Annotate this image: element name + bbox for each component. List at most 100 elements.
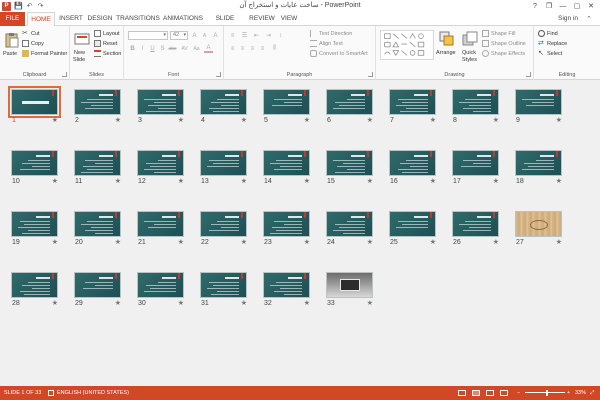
character-spacing-button[interactable]: AV xyxy=(180,44,189,53)
transition-star-icon[interactable]: ★ xyxy=(304,238,310,246)
shape-effects-button[interactable]: Shape Effects xyxy=(482,50,525,57)
transition-star-icon[interactable]: ★ xyxy=(304,177,310,185)
slide-thumbnail[interactable]: 26 ★ xyxy=(452,211,499,247)
slide-thumbnail[interactable]: 23 ★ xyxy=(263,211,310,247)
justify-button[interactable]: ≡ xyxy=(258,44,267,53)
text-direction-button[interactable]: Text Direction xyxy=(310,30,352,37)
align-text-button[interactable]: Align Text xyxy=(310,40,343,47)
transition-star-icon[interactable]: ★ xyxy=(493,238,499,246)
quick-styles-label-1[interactable]: Quick xyxy=(462,50,476,56)
slide-thumbnail[interactable]: 14 ★ xyxy=(263,150,310,186)
transition-star-icon[interactable]: ★ xyxy=(52,116,58,124)
slide-thumbnail[interactable]: 31 ★ xyxy=(200,272,247,308)
paragraph-launcher-icon[interactable] xyxy=(368,72,373,77)
transition-star-icon[interactable]: ★ xyxy=(241,116,247,124)
transition-star-icon[interactable]: ★ xyxy=(430,116,436,124)
slide-thumbnail[interactable]: 17 ★ xyxy=(452,150,499,186)
italic-button[interactable]: I xyxy=(138,44,147,53)
slide-thumbnail[interactable]: 16 ★ xyxy=(389,150,436,186)
ribbon-display-button[interactable]: ❐ xyxy=(542,0,556,12)
increase-indent-button[interactable]: ⇥ xyxy=(264,31,273,40)
transition-star-icon[interactable]: ★ xyxy=(556,238,562,246)
slide-thumbnail[interactable]: 13 ★ xyxy=(200,150,247,186)
transition-star-icon[interactable]: ★ xyxy=(115,177,121,185)
font-size-combo[interactable]: 42 ▾ xyxy=(170,31,188,40)
slide-thumbnail[interactable]: 4 ★ xyxy=(200,89,247,125)
font-name-combo[interactable]: ▾ xyxy=(128,31,168,40)
slide-thumbnail[interactable]: 30 ★ xyxy=(137,272,184,308)
transition-star-icon[interactable]: ★ xyxy=(304,299,310,307)
tab-view[interactable]: VIEW xyxy=(278,12,300,26)
new-slide-label-2[interactable]: Slide xyxy=(73,57,85,63)
slide-thumbnail[interactable]: 18 ★ xyxy=(515,150,562,186)
shape-fill-button[interactable]: Shape Fill xyxy=(482,30,515,37)
font-launcher-icon[interactable] xyxy=(216,72,221,77)
decrease-indent-button[interactable]: ⇤ xyxy=(252,31,261,40)
shape-outline-button[interactable]: Shape Outline xyxy=(482,40,526,47)
shadow-button[interactable]: S xyxy=(158,44,167,53)
tab-slide-show[interactable]: SLIDE SHOW xyxy=(205,12,245,36)
transition-star-icon[interactable]: ★ xyxy=(115,299,121,307)
shapes-gallery[interactable] xyxy=(380,30,434,60)
collapse-ribbon-icon[interactable]: ⌃ xyxy=(584,14,594,24)
transition-star-icon[interactable]: ★ xyxy=(52,238,58,246)
slide-thumbnail[interactable]: 15 ★ xyxy=(326,150,373,186)
zoom-slider-thumb[interactable] xyxy=(546,390,548,396)
align-left-button[interactable]: ≡ xyxy=(228,44,237,53)
align-center-button[interactable]: ≡ xyxy=(238,44,247,53)
new-slide-icon[interactable] xyxy=(74,31,90,47)
transition-star-icon[interactable]: ★ xyxy=(430,238,436,246)
transition-star-icon[interactable]: ★ xyxy=(178,177,184,185)
reading-view-icon[interactable] xyxy=(486,386,494,400)
slide-thumbnail[interactable]: 7 ★ xyxy=(389,89,436,125)
numbering-button[interactable]: ☰ xyxy=(240,31,249,40)
save-icon[interactable]: 💾 xyxy=(14,2,23,11)
language-indicator[interactable]: ENGLISH (UNITED STATES) xyxy=(48,386,129,400)
help-button[interactable]: ? xyxy=(528,0,542,12)
slide-thumbnail[interactable]: 29 ★ xyxy=(74,272,121,308)
slide-thumbnail[interactable]: 6 ★ xyxy=(326,89,373,125)
slide-thumbnail[interactable]: 5 ★ xyxy=(263,89,310,125)
quick-styles-icon[interactable] xyxy=(462,31,478,47)
section-button[interactable]: Section xyxy=(94,50,121,57)
transition-star-icon[interactable]: ★ xyxy=(241,299,247,307)
transition-star-icon[interactable]: ★ xyxy=(430,177,436,185)
slide-thumbnail[interactable]: 2 ★ xyxy=(74,89,121,125)
tab-file[interactable]: FILE xyxy=(0,12,25,26)
transition-star-icon[interactable]: ★ xyxy=(367,299,373,307)
shrink-font-button[interactable]: A xyxy=(200,31,209,40)
find-button[interactable]: Find xyxy=(538,30,558,37)
slide-thumbnail[interactable]: 25 ★ xyxy=(389,211,436,247)
zoom-in-button[interactable]: + xyxy=(567,386,570,400)
close-button[interactable]: ✕ xyxy=(584,0,598,12)
slide-sorter-view-icon[interactable] xyxy=(472,386,480,400)
slide-thumbnail[interactable]: 32 ★ xyxy=(263,272,310,308)
transition-star-icon[interactable]: ★ xyxy=(367,116,373,124)
clipboard-launcher-icon[interactable] xyxy=(62,72,67,77)
slide-thumbnail[interactable]: 10 ★ xyxy=(11,150,58,186)
redo-icon[interactable]: ↷ xyxy=(36,2,45,11)
transition-star-icon[interactable]: ★ xyxy=(178,116,184,124)
transition-star-icon[interactable]: ★ xyxy=(52,177,58,185)
fit-slide-icon[interactable]: ⤢ xyxy=(590,386,594,400)
reset-button[interactable]: Reset xyxy=(94,40,117,47)
columns-button[interactable]: ⫼ xyxy=(270,44,279,53)
zoom-slider[interactable] xyxy=(525,392,565,393)
line-spacing-button[interactable]: ↕ xyxy=(276,31,285,40)
strikethrough-button[interactable]: abc xyxy=(168,44,177,53)
replace-button[interactable]: ⇄ Replace xyxy=(538,40,567,47)
undo-icon[interactable]: ↶ xyxy=(25,2,34,11)
transition-star-icon[interactable]: ★ xyxy=(52,299,58,307)
new-slide-label-1[interactable]: New xyxy=(74,50,85,56)
transition-star-icon[interactable]: ★ xyxy=(556,177,562,185)
clear-formatting-button[interactable]: A xyxy=(211,31,220,40)
align-right-button[interactable]: ≡ xyxy=(248,44,257,53)
cut-button[interactable]: ✂ Cut xyxy=(22,30,40,37)
tab-animations[interactable]: ANIMATIONS xyxy=(162,12,204,26)
tab-insert[interactable]: INSERT xyxy=(57,12,85,26)
transition-star-icon[interactable]: ★ xyxy=(493,116,499,124)
bold-button[interactable]: B xyxy=(128,44,137,53)
font-color-button[interactable]: A xyxy=(204,44,213,53)
slide-thumbnail[interactable]: 24 ★ xyxy=(326,211,373,247)
copy-button[interactable]: Copy xyxy=(22,40,44,47)
